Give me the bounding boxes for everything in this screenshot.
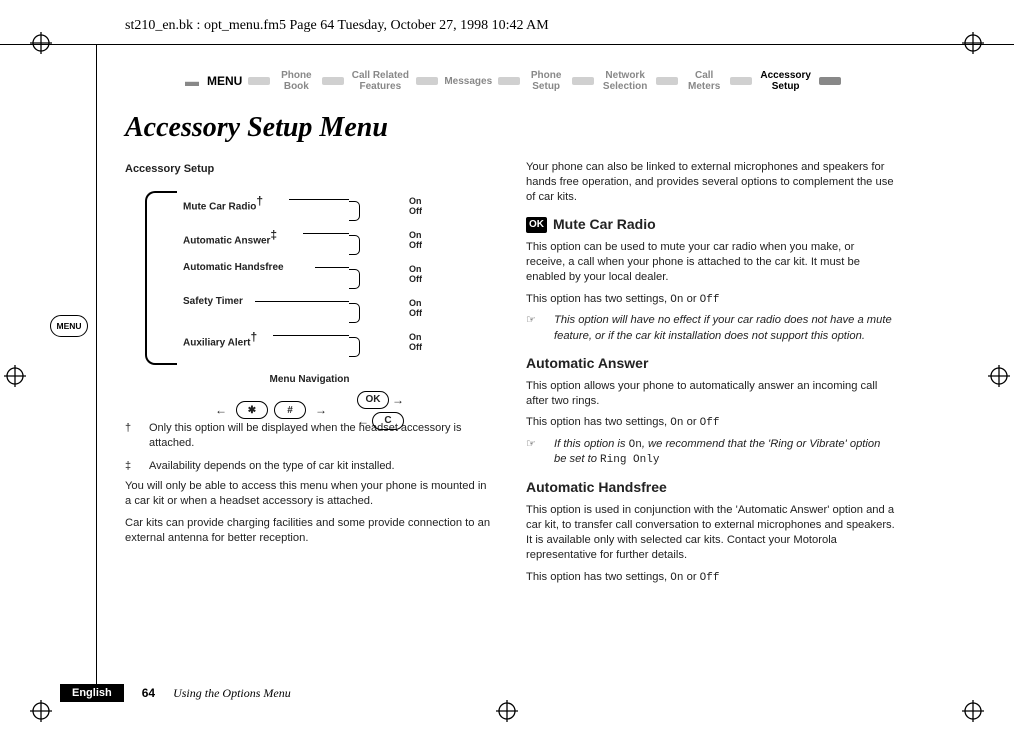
diagram-item-mute: Mute Car Radio† <box>183 193 263 214</box>
breadcrumb-nav: ▬ MENU Phone Book Call Related Features … <box>125 70 895 92</box>
nav-network: Network Selection <box>600 70 650 92</box>
nav-phone-book: Phone Book <box>276 70 316 92</box>
footer-chapter: Using the Options Menu <box>173 686 291 701</box>
mute-note: ☞ This option will have no effect if you… <box>526 313 895 343</box>
crop-rule <box>0 44 1014 45</box>
crop-rule <box>96 44 97 684</box>
page-title: Accessory Setup Menu <box>125 112 895 144</box>
crop-mark <box>30 32 52 54</box>
diagram-heading: Accessory Setup <box>125 162 494 177</box>
ok-badge-icon: OK <box>526 217 547 233</box>
footnote-ddagger: ‡ Availability depends on the type of ca… <box>125 459 494 474</box>
nav-messages: Messages <box>444 76 492 87</box>
crop-mark <box>962 700 984 722</box>
nav-accessory-setup: Accessory Setup <box>758 70 813 92</box>
section-mute: OK Mute Car Radio <box>526 215 895 234</box>
section-handsfree: Automatic Handsfree <box>526 478 895 497</box>
answer-p1: This option allows your phone to automat… <box>526 379 895 409</box>
page-footer: English 64 Using the Options Menu <box>60 684 291 702</box>
crop-mark <box>4 365 26 387</box>
footer-lang: English <box>60 684 124 702</box>
answer-p2: This option has two settings, On or Off <box>526 415 895 431</box>
nav-call-related: Call Related Features <box>350 70 410 92</box>
menu-nav-label: Menu Navigation <box>125 373 494 387</box>
handsfree-p2: This option has two settings, On or Off <box>526 570 895 586</box>
note-icon: ☞ <box>526 313 548 343</box>
page-header: st210_en.bk : opt_menu.fm5 Page 64 Tuesd… <box>125 18 549 34</box>
crop-mark <box>496 700 518 722</box>
left-column: Accessory Setup Mute Car Radio† OnOff Au… <box>125 154 494 591</box>
menu-diagram: Mute Car Radio† OnOff Automatic Answer‡ … <box>125 183 494 413</box>
left-para-1: You will only be able to access this men… <box>125 479 494 509</box>
hash-key-icon: # <box>274 401 306 419</box>
diagram-item-aux: Auxiliary Alert† <box>183 329 257 350</box>
mute-p1: This option can be used to mute your car… <box>526 240 895 285</box>
c-key-icon: C <box>372 412 404 430</box>
footer-page-num: 64 <box>142 686 155 700</box>
diagram-item-handsfree: Automatic Handsfree <box>183 261 284 275</box>
crop-mark <box>988 365 1010 387</box>
crop-mark <box>30 700 52 722</box>
crop-mark <box>962 32 984 54</box>
section-answer: Automatic Answer <box>526 354 895 373</box>
note-icon: ☞ <box>526 437 548 469</box>
mute-p2: This option has two settings, On or Off <box>526 292 895 308</box>
diagram-item-answer: Automatic Answer‡ <box>183 227 277 248</box>
diagram-item-safety: Safety Timer <box>183 295 243 309</box>
nav-phone-setup: Phone Setup <box>526 70 566 92</box>
answer-note: ☞ If this option is On, we recommend tha… <box>526 437 895 469</box>
handsfree-p1: This option is used in conjunction with … <box>526 503 895 563</box>
menu-key-icon: MENU <box>50 315 88 337</box>
nav-call-meters: Call Meters <box>684 70 724 92</box>
star-key-icon: ✱ <box>236 401 268 419</box>
ok-key-icon: OK <box>357 391 389 409</box>
left-para-2: Car kits can provide charging facilities… <box>125 516 494 546</box>
nav-menu: MENU <box>207 74 242 88</box>
right-intro: Your phone can also be linked to externa… <box>526 160 895 205</box>
right-column: Your phone can also be linked to externa… <box>526 154 895 591</box>
